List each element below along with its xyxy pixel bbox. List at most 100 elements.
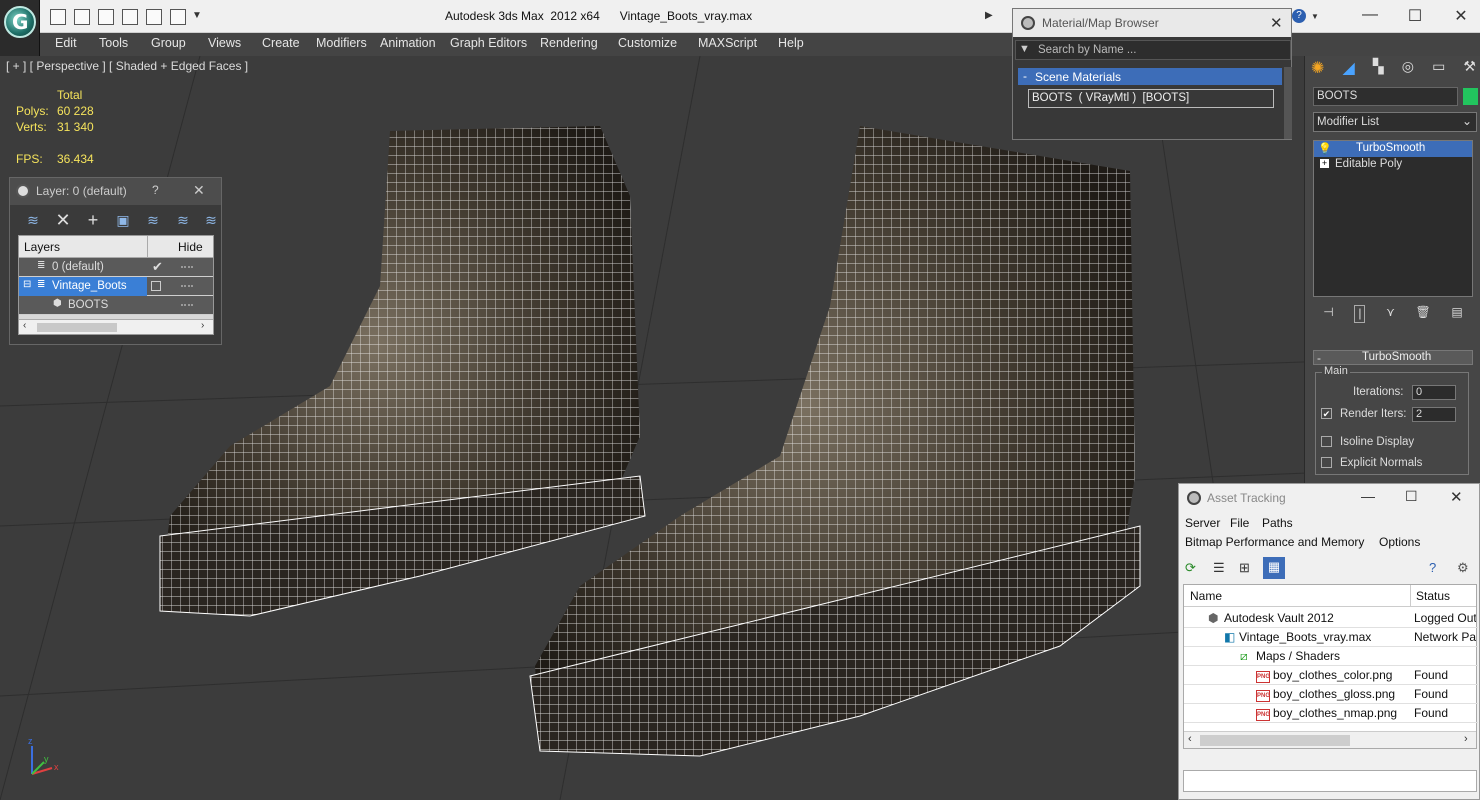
menu-server[interactable]: Server (1185, 516, 1220, 530)
create-layer-icon[interactable]: ≋ (24, 211, 42, 229)
section-toggle[interactable]: - (1023, 69, 1027, 83)
freeze-all-layers-icon[interactable]: ≋ (202, 211, 220, 229)
rollout-collapse[interactable]: - (1317, 351, 1321, 365)
help-dropdown-icon[interactable]: ▼ (1311, 12, 1319, 21)
layer-row-boots[interactable]: ⬢ BOOTS (19, 296, 213, 315)
hide-toggle[interactable] (181, 304, 193, 306)
hide-toggle[interactable] (181, 266, 193, 268)
expand-plus-icon[interactable]: + (1320, 159, 1329, 168)
make-unique-icon[interactable]: ⋎ (1386, 305, 1395, 323)
menu-modifiers[interactable]: Modifiers (316, 36, 367, 50)
motion-tab-icon[interactable]: ◎ (1402, 58, 1414, 80)
explicit-normals-checkbox[interactable] (1321, 457, 1332, 468)
collapse-icon[interactable]: ⊟ (23, 279, 31, 290)
menu-rendering[interactable]: Rendering (540, 36, 598, 50)
settings-icon[interactable]: ⚙ (1457, 560, 1469, 576)
asset-row-max-file[interactable]: ◧ Vintage_Boots_vray.max Network Path (1184, 628, 1478, 647)
app-logo[interactable] (0, 0, 40, 56)
delete-layer-icon[interactable]: ✕ (54, 211, 72, 229)
isoline-display-checkbox[interactable] (1321, 436, 1332, 447)
scroll-left-icon[interactable]: ‹ (1188, 733, 1192, 745)
layers-hscrollbar[interactable]: ‹ › (19, 319, 213, 334)
hide-toggle[interactable] (181, 285, 193, 287)
object-color-swatch[interactable] (1463, 88, 1478, 105)
browser-close-icon[interactable]: ✕ (1270, 14, 1283, 32)
asset-row-vault[interactable]: ⬢ Autodesk Vault 2012 Logged Out (1184, 609, 1478, 628)
asset-row-gloss-png[interactable]: PNG boy_clothes_gloss.png Found (1184, 685, 1478, 704)
browser-titlebar[interactable]: Material/Map Browser ✕ (1013, 9, 1291, 37)
scroll-thumb[interactable] (37, 323, 117, 332)
search-options-icon[interactable]: ▼ (1019, 43, 1030, 55)
undo-icon[interactable] (98, 9, 114, 25)
menu-graph-editors[interactable]: Graph Editors (450, 36, 527, 50)
minimize-icon[interactable]: — (1355, 6, 1385, 24)
viewport-label[interactable]: [ + ] [ Perspective ] [ Shaded + Edged F… (6, 59, 248, 73)
highlight-layer-icon[interactable]: ≋ (144, 211, 162, 229)
tree-view-icon[interactable]: ⊞ (1239, 560, 1250, 576)
stack-item-editable-poly[interactable]: + Editable Poly (1314, 157, 1472, 173)
display-tab-icon[interactable]: ▭ (1432, 58, 1445, 80)
scene-materials-header[interactable]: - Scene Materials (1018, 68, 1282, 85)
create-tab-icon[interactable]: ✺ (1311, 58, 1324, 80)
select-objects-icon[interactable]: ▣ (114, 211, 132, 229)
layer-row-vintage-boots[interactable]: ⊟ ≣ Vintage_Boots (19, 277, 213, 296)
asset-hscrollbar[interactable]: ‹ › (1184, 731, 1476, 748)
iterations-spinner[interactable]: 0 (1412, 385, 1456, 400)
menu-tools[interactable]: Tools (99, 36, 128, 50)
render-iters-spinner[interactable]: 2 (1412, 407, 1456, 422)
redo-icon[interactable] (122, 9, 138, 25)
hierarchy-tab-icon[interactable]: ▚ (1373, 58, 1384, 80)
maximize-icon[interactable]: ☐ (1405, 488, 1418, 505)
modify-tab-icon[interactable]: ◢ (1343, 58, 1355, 80)
menu-group[interactable]: Group (151, 36, 186, 50)
menu-file[interactable]: File (1230, 516, 1249, 530)
pin-stack-icon[interactable]: ⊣ (1323, 305, 1333, 323)
browser-scrollbar[interactable] (1284, 67, 1292, 139)
col-layers[interactable]: Layers (24, 240, 60, 254)
menu-edit[interactable]: Edit (55, 36, 77, 50)
add-to-layer-icon[interactable]: + (84, 211, 102, 229)
layer-panel-header[interactable]: Layer: 0 (default) ? ✕ (10, 178, 221, 205)
light-bulb-icon[interactable]: 💡 (1318, 142, 1332, 155)
object-name-field[interactable]: BOOTS (1313, 87, 1458, 106)
col-status[interactable]: Status (1416, 589, 1450, 603)
asset-row-maps[interactable]: ⧄ Maps / Shaders (1184, 647, 1478, 666)
search-input[interactable]: Search by Name ... (1038, 44, 1136, 56)
scroll-thumb[interactable] (1200, 735, 1350, 746)
menu-customize[interactable]: Customize (618, 36, 677, 50)
menu-paths[interactable]: Paths (1262, 516, 1293, 530)
show-end-result-icon[interactable]: | (1354, 305, 1366, 323)
help-icon[interactable]: ? (1292, 9, 1306, 23)
asset-path-field[interactable] (1183, 770, 1477, 792)
quick-access-dropdown-icon[interactable]: ▼ (192, 10, 202, 21)
hold-icon[interactable] (146, 9, 162, 25)
render-iters-checkbox[interactable]: ✔ (1321, 408, 1332, 419)
menu-maxscript[interactable]: MAXScript (698, 36, 757, 50)
layer-help-button[interactable]: ? (152, 183, 159, 197)
asset-row-color-png[interactable]: PNG boy_clothes_color.png Found (1184, 666, 1478, 685)
menu-animation[interactable]: Animation (380, 36, 436, 50)
scroll-left-icon[interactable]: ‹ (23, 320, 26, 331)
maximize-icon[interactable]: ☐ (1400, 6, 1430, 26)
stack-item-turbosmooth[interactable]: 💡 TurboSmooth (1314, 141, 1472, 157)
close-icon[interactable]: ✕ (1450, 488, 1463, 506)
turbosmooth-rollout-header[interactable]: - TurboSmooth (1313, 350, 1473, 365)
expand-arrow-icon[interactable]: ▶ (985, 10, 993, 21)
menu-options[interactable]: Options (1379, 535, 1420, 549)
list-view-icon[interactable]: ☰ (1213, 560, 1225, 576)
modifier-list-dropdown[interactable]: Modifier List ⌄ (1313, 112, 1477, 132)
fetch-icon[interactable] (170, 9, 186, 25)
asset-titlebar[interactable]: Asset Tracking — ☐ ✕ (1179, 484, 1479, 512)
col-name[interactable]: Name (1190, 589, 1222, 603)
menu-bitmap-performance[interactable]: Bitmap Performance and Memory (1185, 535, 1364, 549)
menu-views[interactable]: Views (208, 36, 241, 50)
asset-row-nmap-png[interactable]: PNG boy_clothes_nmap.png Found (1184, 704, 1478, 723)
minimize-icon[interactable]: — (1361, 488, 1375, 504)
scroll-right-icon[interactable]: › (1464, 733, 1468, 745)
open-file-icon[interactable] (50, 9, 66, 25)
remove-modifier-icon[interactable]: 🗑 (1416, 305, 1431, 323)
hide-all-layers-icon[interactable]: ≋ (174, 211, 192, 229)
menu-help[interactable]: Help (778, 36, 804, 50)
configure-sets-icon[interactable]: ▤ (1451, 305, 1462, 323)
menu-create[interactable]: Create (262, 36, 300, 50)
